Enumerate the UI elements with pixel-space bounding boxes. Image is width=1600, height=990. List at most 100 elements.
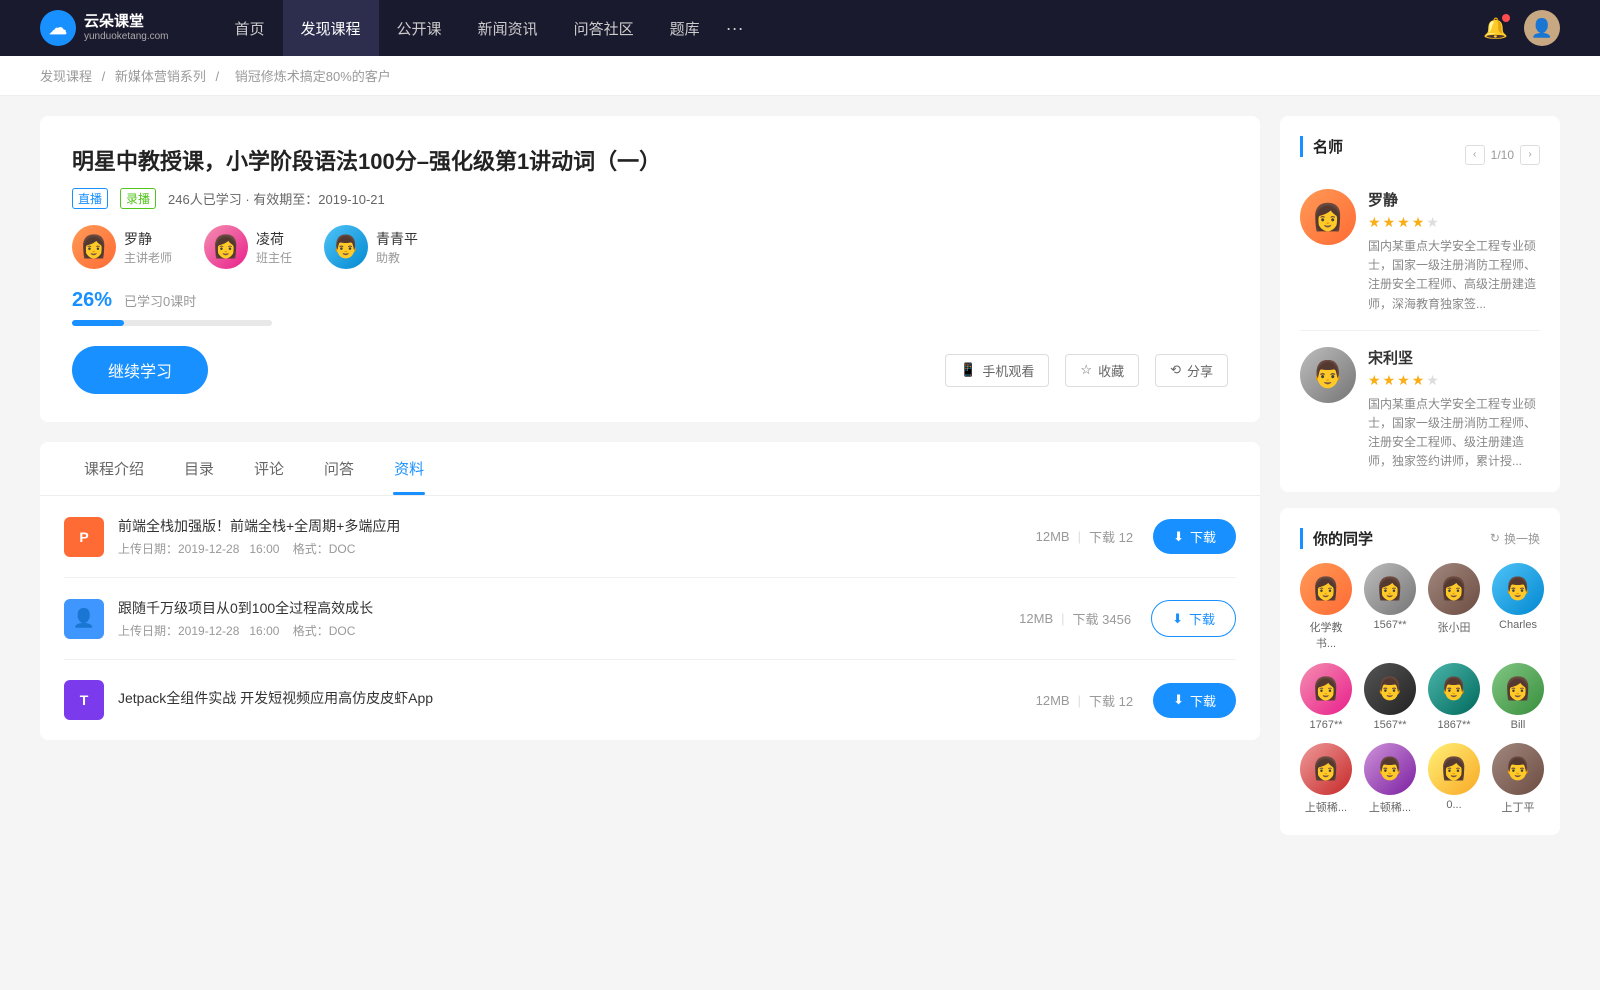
tabs-header: 课程介绍 目录 评论 问答 资料	[40, 442, 1260, 496]
classmate-3-avatar: 👩	[1428, 563, 1480, 615]
teachers-card-title: 名师	[1300, 136, 1343, 157]
nav-quiz[interactable]: 题库	[652, 0, 718, 56]
download-button-2[interactable]: ⬇ 下载	[1151, 600, 1236, 637]
file-size-label-1: 12MB	[1036, 529, 1070, 544]
tab-catalog[interactable]: 目录	[164, 442, 234, 495]
classmate-3: 👩 张小田	[1428, 563, 1480, 651]
sidebar-teacher-2-stars: ★ ★ ★ ★ ★	[1368, 372, 1540, 389]
refresh-classmates-btn[interactable]: ↻ 换一换	[1490, 530, 1540, 547]
nav-home[interactable]: 首页	[217, 0, 283, 56]
file-icon-1: P	[64, 517, 104, 557]
classmate-2: 👩 1567**	[1364, 563, 1416, 651]
breadcrumb-series[interactable]: 新媒体营销系列	[115, 69, 206, 84]
tab-intro[interactable]: 课程介绍	[64, 442, 164, 495]
classmate-9: 👩 上顿稀...	[1300, 743, 1352, 815]
classmates-title: 你的同学	[1300, 528, 1373, 549]
classmate-5: 👩 1767**	[1300, 663, 1352, 731]
breadcrumb-discover[interactable]: 发现课程	[40, 69, 92, 84]
download-icon-1: ⬇	[1173, 529, 1184, 545]
classmate-4-avatar: 👨	[1492, 563, 1544, 615]
download-button-3[interactable]: ⬇ 下载	[1153, 683, 1236, 718]
progress-label: 26% 已学习0课时	[72, 289, 1228, 312]
teachers-card: 名师 ‹ 1/10 › 👩 罗静 ★ ★ ★ ★ ★	[1280, 116, 1560, 492]
user-avatar-header[interactable]: 👤	[1524, 10, 1560, 46]
share-label: 分享	[1187, 361, 1213, 380]
file-info-1: 前端全栈加强版！前端全栈+全周期+多端应用 上传日期：2019-12-28 16…	[118, 516, 1036, 557]
file-size-3: 12MB | 下载 12	[1036, 691, 1133, 710]
nav-discover[interactable]: 发现课程	[283, 0, 379, 56]
logo[interactable]: ☁ 云朵课堂 yunduoketang.com	[40, 10, 169, 46]
mobile-icon: 📱	[960, 362, 976, 378]
tabs-section: 课程介绍 目录 评论 问答 资料 P 前端全栈加强版！前端全栈+全周期+多端应用…	[40, 442, 1260, 740]
file-item-2: 👤 跟随千万级项目从0到100全过程高效成长 上传日期：2019-12-28 1…	[64, 578, 1236, 660]
file-item-1: P 前端全栈加强版！前端全栈+全周期+多端应用 上传日期：2019-12-28 …	[64, 496, 1236, 578]
file-size-label-3: 12MB	[1036, 693, 1070, 708]
progress-bar-fill	[72, 320, 124, 326]
classmate-1-name: 化学教书...	[1300, 619, 1352, 651]
file-list: P 前端全栈加强版！前端全栈+全周期+多端应用 上传日期：2019-12-28 …	[40, 496, 1260, 740]
sidebar-teacher-1: 👩 罗静 ★ ★ ★ ★ ★ 国内某重点大学安全工程专业硕士，国家一级注册消防工…	[1300, 189, 1540, 314]
classmate-10-avatar: 👨	[1364, 743, 1416, 795]
teachers-row: 👩 罗静 主讲老师 👩 凌荷 班主任 👨 青青平	[72, 225, 1228, 269]
classmate-1: 👩 化学教书...	[1300, 563, 1352, 651]
main-nav: 首页 发现课程 公开课 新闻资讯 问答社区 题库 ···	[217, 0, 752, 56]
file-name-2: 跟随千万级项目从0到100全过程高效成长	[118, 598, 1019, 618]
tag-rec: 录播	[120, 188, 156, 209]
classmate-10: 👨 上顿稀...	[1364, 743, 1416, 815]
course-card: 明星中教授课，小学阶段语法100分–强化级第1讲动词（一） 直播 录播 246人…	[40, 116, 1260, 422]
teacher-separator	[1300, 330, 1540, 331]
share-button[interactable]: ⟲ 分享	[1155, 354, 1228, 387]
download-button-1[interactable]: ⬇ 下载	[1153, 519, 1236, 554]
nav-more[interactable]: ···	[718, 0, 752, 56]
file-size-1: 12MB | 下载 12	[1036, 527, 1133, 546]
tab-review[interactable]: 评论	[234, 442, 304, 495]
nav-news[interactable]: 新闻资讯	[460, 0, 556, 56]
collect-button[interactable]: ☆ 收藏	[1065, 354, 1139, 387]
right-sidebar: 名师 ‹ 1/10 › 👩 罗静 ★ ★ ★ ★ ★	[1280, 116, 1560, 851]
classmate-8-name: Bill	[1511, 719, 1526, 731]
classmate-4-name: Charles	[1499, 619, 1537, 631]
notification-bell[interactable]: 🔔	[1483, 16, 1508, 41]
file-info-3: Jetpack全组件实战 开发短视频应用高仿皮皮虾App	[118, 688, 1036, 712]
main-layout: 明星中教授课，小学阶段语法100分–强化级第1讲动词（一） 直播 录播 246人…	[0, 96, 1600, 871]
mobile-watch-button[interactable]: 📱 手机观看	[945, 354, 1049, 387]
continue-button[interactable]: 继续学习	[72, 346, 208, 394]
classmate-11-avatar: 👩	[1428, 743, 1480, 795]
breadcrumb: 发现课程 / 新媒体营销系列 / 销冠修炼术搞定80%的客户	[0, 56, 1600, 96]
progress-percent: 26%	[72, 289, 112, 312]
next-teacher-btn[interactable]: ›	[1520, 145, 1540, 165]
nav-qa[interactable]: 问答社区	[556, 0, 652, 56]
sidebar-teacher-1-stars: ★ ★ ★ ★ ★	[1368, 214, 1540, 231]
teacher-2: 👩 凌荷 班主任	[204, 225, 292, 269]
teacher-1-info: 罗静 主讲老师	[124, 229, 172, 266]
file-meta-2: 上传日期：2019-12-28 16:00 格式：DOC	[118, 622, 1019, 639]
file-name-1: 前端全栈加强版！前端全栈+全周期+多端应用	[118, 516, 1036, 536]
nav-open[interactable]: 公开课	[379, 0, 460, 56]
course-enrollment: 246人已学习 · 有效期至：2019-10-21	[168, 189, 385, 208]
teacher-3-role: 助教	[376, 249, 418, 266]
classmates-card: 你的同学 ↻ 换一换 👩 化学教书... 👩 1567** 👩	[1280, 508, 1560, 835]
classmate-7-avatar: 👨	[1428, 663, 1480, 715]
file-icon-2: 👤	[64, 599, 104, 639]
classmates-header: 你的同学 ↻ 换一换	[1300, 528, 1540, 549]
action-buttons: 📱 手机观看 ☆ 收藏 ⟲ 分享	[945, 354, 1228, 387]
breadcrumb-current: 销冠修炼术搞定80%的客户	[235, 69, 391, 84]
sidebar-teacher-2-name: 宋利坚	[1368, 347, 1540, 368]
logo-text: 云朵课堂 yunduoketang.com	[84, 13, 169, 43]
classmate-10-name: 上顿稀...	[1369, 799, 1411, 815]
tab-materials[interactable]: 资料	[374, 442, 444, 495]
breadcrumb-sep1: /	[102, 69, 109, 84]
share-icon: ⟲	[1170, 362, 1181, 378]
classmate-6-name: 1567**	[1373, 719, 1406, 731]
teacher-3-name: 青青平	[376, 229, 418, 249]
classmate-5-name: 1767**	[1309, 719, 1342, 731]
tab-qa[interactable]: 问答	[304, 442, 374, 495]
file-name-3: Jetpack全组件实战 开发短视频应用高仿皮皮虾App	[118, 688, 1036, 708]
prev-teacher-btn[interactable]: ‹	[1465, 145, 1485, 165]
pagination-label: 1/10	[1491, 148, 1514, 162]
classmate-12-name: 上丁平	[1502, 799, 1535, 815]
classmate-8: 👩 Bill	[1492, 663, 1544, 731]
download-icon-2: ⬇	[1172, 611, 1183, 627]
file-info-2: 跟随千万级项目从0到100全过程高效成长 上传日期：2019-12-28 16:…	[118, 598, 1019, 639]
classmate-4: 👨 Charles	[1492, 563, 1544, 651]
